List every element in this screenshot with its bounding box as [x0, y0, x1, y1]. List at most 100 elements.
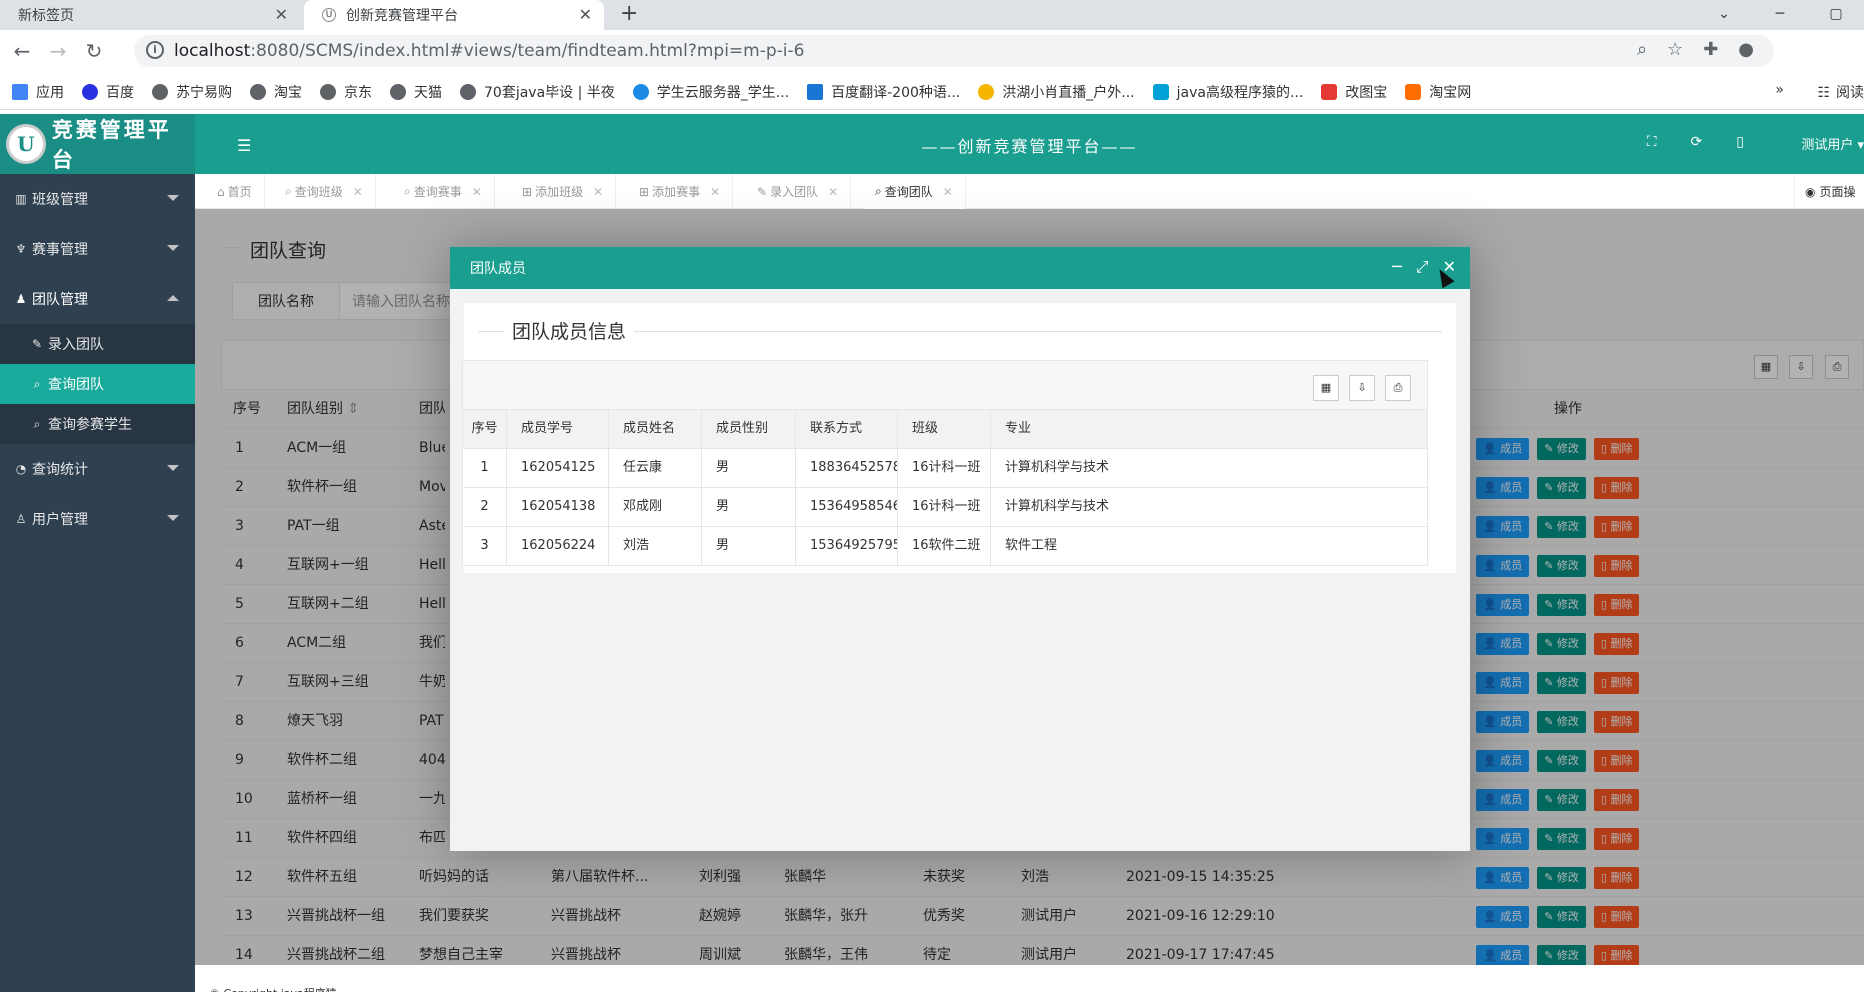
image-icon	[1321, 83, 1338, 100]
bookmark-suning[interactable]: 苏宁易购	[152, 82, 232, 102]
member-cell: 2	[463, 488, 507, 526]
sidebar-item-add-team[interactable]: ✎ 录入团队	[0, 324, 195, 364]
search-icon: ⌕	[33, 376, 41, 391]
print-icon[interactable]: ⎙	[1385, 375, 1411, 401]
member-cell: 15364925795	[796, 527, 898, 565]
sidebar: U 竞赛管理平台 ▥ 班级管理 ♆ 赛事管理 ♟ 团队管理 ✎ 录入团队 ⌕ 查询团队 ⌕…	[0, 114, 195, 992]
address-bar[interactable]: i localhost:8080/SCMS/index.html#views/t…	[134, 35, 1774, 67]
home-icon: ⌂	[217, 184, 225, 199]
members-header-cell: 班级	[898, 410, 991, 448]
star-icon[interactable]: ☆	[1667, 39, 1683, 60]
reload-icon[interactable]: ↻	[76, 39, 112, 63]
columns-icon[interactable]: ▦	[1313, 375, 1339, 401]
maximize-icon[interactable]: ▢	[1808, 0, 1864, 30]
bookmark-translate[interactable]: 百度翻译-200种语...	[807, 82, 960, 102]
members-header-cell: 成员学号	[507, 410, 609, 448]
caret-up-icon	[167, 295, 179, 301]
tab-find-team[interactable]: ⌕ 查询团队 ✕	[863, 174, 966, 209]
bookmarks-bar: 应用 百度 苏宁易购 淘宝 京东 天猫 70套java毕设 | 半夜 学生云服务…	[0, 74, 1864, 110]
minimize-icon[interactable]: ─	[1392, 257, 1402, 277]
account-avatar-icon[interactable]: ●	[1738, 39, 1754, 60]
sidebar-group-contest[interactable]: ♆ 赛事管理	[0, 224, 195, 274]
tab-add-team[interactable]: ✎ 录入团队 ✕	[745, 174, 852, 209]
close-icon[interactable]: ✕	[579, 5, 592, 24]
tab-add-class[interactable]: ⊞ 添加班级 ✕	[510, 174, 617, 209]
sidebar-group-stats[interactable]: ◔ 查询统计	[0, 444, 195, 494]
header-title: ——创新竞赛管理平台——	[921, 137, 1138, 156]
search-icon: ⌕	[33, 416, 41, 431]
close-icon[interactable]: ✕	[710, 185, 720, 199]
tab-home[interactable]: ⌂ 首页	[205, 174, 265, 209]
close-icon[interactable]: ✕	[828, 185, 838, 199]
sidebar-group-team[interactable]: ♟ 团队管理	[0, 274, 195, 324]
bookmark-baidu[interactable]: 百度	[82, 82, 134, 102]
bookmark-taobao[interactable]: 淘宝	[250, 82, 302, 102]
bookmarks-more-icon[interactable]: »	[1775, 82, 1784, 98]
favicon-icon: U	[322, 8, 336, 22]
caret-down-icon	[167, 245, 179, 251]
close-icon[interactable]: ✕	[472, 185, 482, 199]
translate-icon	[807, 83, 824, 100]
edit-icon: ✎	[757, 184, 768, 199]
fullscreen-icon[interactable]: ⛶	[1647, 134, 1657, 150]
reading-list-icon: ☷	[1817, 85, 1830, 101]
search-icon: ⌕	[285, 184, 292, 198]
minimize-icon[interactable]: ─	[1752, 0, 1808, 30]
window-controls: ⌄ ─ ▢	[1696, 0, 1864, 30]
extensions-puzzle-icon[interactable]: ✚	[1703, 39, 1718, 60]
sidebar-item-find-team[interactable]: ⌕ 查询团队	[0, 364, 195, 404]
export-icon[interactable]: ⇩	[1349, 375, 1375, 401]
members-header-cell: 联系方式	[796, 410, 898, 448]
member-cell: 男	[702, 527, 796, 565]
caret-down-icon	[167, 465, 179, 471]
search-icon: ⌕	[875, 184, 882, 198]
bookmark-tmall[interactable]: 天猫	[390, 82, 442, 102]
maximize-icon[interactable]: ⤢	[1416, 257, 1429, 277]
bookmark-java-projects[interactable]: 70套java毕设 | 半夜	[460, 82, 615, 102]
forward-arrow-icon[interactable]: →	[40, 39, 76, 63]
member-cell: 162056224	[507, 527, 609, 565]
member-cell: 男	[702, 449, 796, 487]
member-cell: 16计科一班	[898, 449, 991, 487]
bookmark-live[interactable]: 洪湖小肖直播_户外...	[978, 82, 1135, 102]
member-cell: 任云康	[609, 449, 702, 487]
bookmark-gaitubao[interactable]: 改图宝	[1321, 82, 1387, 102]
info-icon[interactable]: i	[146, 41, 164, 59]
section-title: 团队成员信息	[504, 317, 635, 344]
browser-tab-new[interactable]: 新标签页 ✕	[0, 0, 300, 30]
bookmark-apps[interactable]: 应用	[12, 82, 64, 102]
plus-square-icon: ⊞	[522, 184, 533, 199]
bookmark-cloud[interactable]: 学生云服务器_学生...	[632, 82, 789, 102]
sidebar-item-find-students[interactable]: ⌕ 查询参赛学生	[0, 404, 195, 444]
url-host: localhost	[174, 41, 251, 61]
browser-tab-app[interactable]: U 创新竞赛管理平台 ✕	[304, 0, 604, 30]
bookmark-bilibili[interactable]: java高级程序猿的...	[1152, 82, 1303, 102]
url-path: :8080/SCMS/index.html#views/team/findtea…	[250, 41, 805, 61]
close-icon[interactable]: ✕	[275, 5, 288, 24]
bookmark-taobao-net[interactable]: 淘宝网	[1405, 82, 1471, 102]
close-icon[interactable]: ✕	[943, 185, 953, 199]
close-icon[interactable]: ✕	[353, 185, 363, 199]
member-cell: 计算机科学与技术	[1005, 499, 1110, 514]
page-tabs: ⌂ 首页 ⌕ 查询班级 ✕ ⌕ 查询赛事 ✕ ⊞ 添加班级 ✕ ⊞ 添加赛事 ✕ ✎ 录入团队 ✕ ⌕…	[195, 174, 1864, 209]
refresh-icon[interactable]: ⟳	[1691, 134, 1703, 150]
taobao-icon	[1405, 83, 1422, 100]
clear-cache-trash-icon[interactable]: ▯	[1736, 134, 1744, 150]
tab-find-contest[interactable]: ⌕ 查询赛事 ✕	[392, 174, 495, 209]
sidebar-group-class[interactable]: ▥ 班级管理	[0, 174, 195, 224]
reading-list[interactable]: ☷ 阅读	[1817, 82, 1864, 102]
profile-down-icon[interactable]: ⌄	[1696, 0, 1752, 30]
tab-find-class[interactable]: ⌕ 查询班级 ✕	[273, 174, 376, 209]
page-operations-menu[interactable]: ◉ 页面操	[1794, 174, 1864, 209]
zoom-icon[interactable]: ⌕	[1637, 39, 1647, 60]
new-tab-plus-icon[interactable]: +	[620, 1, 638, 26]
sidebar-group-users[interactable]: ♙ 用户管理	[0, 494, 195, 544]
user-menu[interactable]: 测试用户 ▾	[1801, 134, 1864, 153]
bookmark-jd[interactable]: 京东	[320, 82, 372, 102]
caret-down-icon	[167, 195, 179, 201]
tab-add-contest[interactable]: ⊞ 添加赛事 ✕	[627, 174, 734, 209]
member-row: 3 162056224 刘浩男 15364925795 16软件二班 软件工程	[462, 527, 1428, 566]
back-arrow-icon[interactable]: ←	[4, 39, 40, 63]
member-cell: 刘浩	[609, 527, 702, 565]
close-icon[interactable]: ✕	[593, 185, 603, 199]
